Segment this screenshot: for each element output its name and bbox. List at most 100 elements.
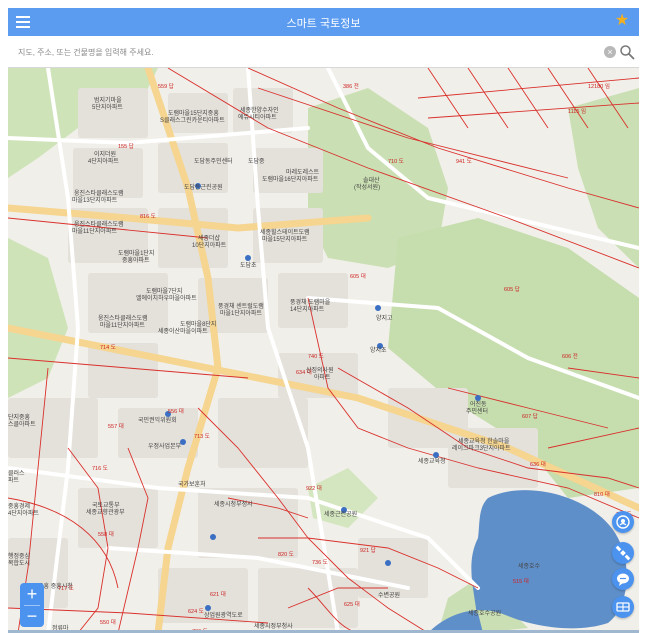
svg-text:도램마을7단지: 도램마을7단지	[146, 287, 182, 295]
svg-text:515 대: 515 대	[513, 577, 529, 585]
location-button[interactable]	[612, 511, 634, 533]
svg-text:607 답: 607 답	[522, 413, 538, 420]
search-icon[interactable]	[619, 44, 635, 60]
svg-text:세종근린공원: 세종근린공원	[324, 510, 357, 518]
svg-text:1115 임: 1115 임	[568, 107, 586, 115]
svg-text:국가보훈처: 국가보훈처	[178, 480, 206, 488]
svg-text:세종힐스테이트도램: 세종힐스테이트도램	[260, 228, 310, 236]
svg-text:556 대: 556 대	[168, 407, 184, 415]
svg-text:파트: 파트	[8, 476, 20, 484]
svg-text:606 전: 606 전	[562, 352, 578, 360]
svg-text:마을11단지아파트: 마을11단지아파트	[100, 321, 145, 329]
svg-text:양지고: 양지고	[376, 314, 393, 322]
svg-text:세종교향관광부: 세종교향관광부	[86, 508, 125, 516]
svg-text:10단지아파트: 10단지아파트	[192, 241, 227, 249]
svg-text:636 대: 636 대	[530, 460, 546, 468]
chat-icon	[617, 573, 629, 586]
svg-text:624 도: 624 도	[188, 608, 204, 615]
svg-text:921 답: 921 답	[360, 547, 376, 554]
satellite-button[interactable]	[612, 542, 634, 564]
svg-text:어진동: 어진동	[470, 400, 487, 408]
svg-text:도램마을1단지: 도램마을1단지	[118, 249, 154, 257]
svg-text:625 대: 625 대	[344, 600, 360, 608]
svg-text:세종한양수자인: 세종한양수자인	[240, 106, 279, 114]
svg-text:386 전: 386 전	[343, 82, 359, 90]
layers-icon	[616, 602, 630, 612]
svg-text:마을1단지아파트: 마을1단지아파트	[220, 309, 262, 317]
svg-text:세종이산마을이파트: 세종이산마을이파트	[158, 327, 208, 335]
svg-text:605 대: 605 대	[350, 272, 366, 280]
search-bar: ×	[8, 36, 639, 68]
svg-text:행정중심: 행정중심	[8, 552, 30, 560]
svg-text:716 도: 716 도	[92, 465, 108, 472]
svg-text:710 도: 710 도	[388, 158, 404, 165]
app-title: 스마트 국토정보	[286, 18, 361, 30]
svg-text:마을13단지아파트: 마을13단지아파트	[72, 196, 118, 204]
svg-text:도담동근린공원: 도담동근린공원	[184, 183, 223, 191]
svg-text:605 답: 605 답	[504, 286, 520, 293]
svg-text:5단지아파트: 5단지아파트	[92, 103, 123, 111]
svg-text:도램마을16단지아파트: 도램마을16단지아파트	[262, 175, 319, 183]
svg-text:정류마: 정류마	[52, 624, 69, 632]
message-button[interactable]	[612, 568, 634, 590]
svg-text:도담동주민센터: 도담동주민센터	[194, 157, 233, 165]
app-frame: 스마트 국토정보 ★ ×	[8, 8, 639, 633]
map-canvas[interactable]: 범지기마을 5단지아파트 도램마을15단지중흥 S클래스그린카운티아파트 세종한…	[8, 68, 639, 633]
search-input[interactable]	[18, 42, 598, 62]
svg-text:마을11단지아파트: 마을11단지아파트	[72, 227, 117, 235]
svg-text:736 도: 736 도	[312, 559, 328, 566]
svg-text:세종시정부청사: 세종시정부청사	[254, 622, 293, 630]
svg-text:730 도: 730 도	[192, 628, 208, 633]
svg-text:에듀시티아파트: 에듀시티아파트	[238, 113, 277, 121]
svg-text:웅진스타클래스도램: 웅진스타클래스도램	[98, 314, 148, 322]
svg-text:웅진스타클래스도램: 웅진스타클래스도램	[74, 189, 124, 197]
svg-text:레이크파크3단지아파트: 레이크파크3단지아파트	[452, 444, 511, 452]
svg-text:마레도레스트: 마레도레스트	[286, 168, 320, 176]
svg-text:세종호수공원: 세종호수공원	[468, 609, 501, 617]
svg-text:중흥경제: 중흥경제	[8, 502, 30, 510]
svg-text:도램마을15단지중흥: 도램마을15단지중흥	[168, 109, 219, 117]
zoom-in-button[interactable]: +	[20, 583, 44, 605]
svg-text:웅진스타클래스도램: 웅진스타클래스도램	[74, 220, 124, 228]
satellite-icon	[615, 545, 631, 561]
svg-text:922 대: 922 대	[306, 484, 322, 492]
svg-text:세종더샵: 세종더샵	[198, 234, 221, 242]
svg-text:양지초: 양지초	[370, 346, 387, 354]
cadastral-map[interactable]: 범지기마을 5단지아파트 도램마을15단지중흥 S클래스그린카운티아파트 세종한…	[8, 68, 639, 633]
zoom-out-button[interactable]: −	[20, 605, 44, 627]
svg-text:740 도: 740 도	[308, 353, 324, 360]
svg-text:복합도시: 복합도시	[8, 559, 30, 567]
svg-text:엘에이치하우마을아파트: 엘에이치하우마을아파트	[136, 294, 197, 302]
svg-text:스클아파트: 스클아파트	[8, 420, 36, 428]
svg-text:941 도: 941 도	[456, 158, 472, 165]
svg-text:S클래스그린카운티아파트: S클래스그린카운티아파트	[160, 116, 225, 124]
svg-text:클러스: 클러스	[8, 469, 25, 477]
svg-text:도담초: 도담초	[240, 262, 257, 269]
svg-text:도램마을8단지: 도램마을8단지	[180, 320, 216, 328]
layers-button[interactable]	[612, 596, 634, 618]
svg-text:810 대: 810 대	[594, 490, 610, 498]
svg-text:(작성서원): (작성서원)	[354, 183, 380, 191]
svg-text:세종호수: 세종호수	[518, 562, 541, 570]
svg-text:상업원광역도로: 상업원광역도로	[204, 611, 243, 619]
svg-text:714 도: 714 도	[100, 344, 116, 351]
svg-text:4단지아파트: 4단지아파트	[8, 509, 39, 517]
svg-text:국민권익위원회: 국민권익위원회	[138, 416, 177, 424]
svg-text:557 대: 557 대	[108, 422, 124, 430]
svg-text:550 대: 550 대	[100, 618, 116, 626]
svg-text:주민센터: 주민센터	[466, 407, 488, 415]
svg-text:도담중: 도담중	[248, 158, 265, 165]
zoom-divider	[24, 605, 40, 606]
clear-icon[interactable]: ×	[604, 46, 616, 58]
svg-text:558 대: 558 대	[98, 530, 114, 538]
svg-text:마을15단지아파트: 마을15단지아파트	[262, 235, 308, 243]
svg-text:세종교육청: 세종교육청	[418, 457, 446, 465]
svg-text:세종시청부청사: 세종시청부청사	[214, 500, 253, 508]
location-icon	[616, 515, 630, 529]
svg-text:풍경채 센트럴도램: 풍경채 센트럴도램	[218, 302, 264, 310]
svg-text:155 답: 155 답	[118, 143, 134, 150]
svg-text:717 도: 717 도	[58, 585, 74, 592]
star-icon[interactable]: ★	[613, 12, 631, 30]
svg-text:이지더원: 이지더원	[94, 150, 116, 158]
svg-text:국토교통부: 국토교통부	[92, 502, 120, 509]
